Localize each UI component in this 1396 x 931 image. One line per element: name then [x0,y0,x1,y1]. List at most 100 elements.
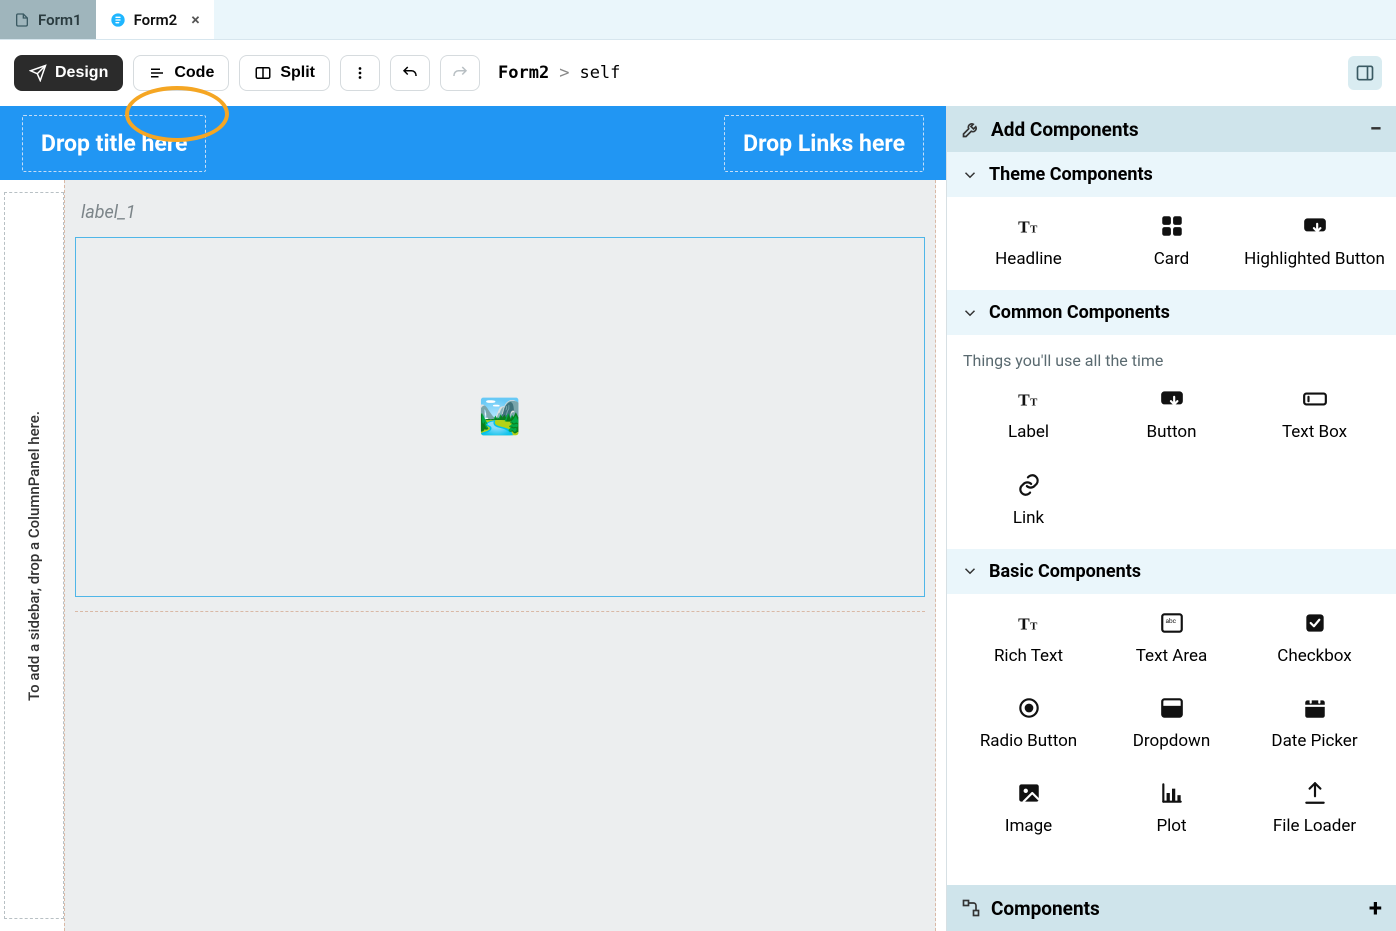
wrench-icon [961,119,981,139]
text-icon: TT [1012,211,1046,241]
tab-form2[interactable]: Form2 × [96,0,214,39]
plus-icon[interactable]: + [1369,894,1382,922]
component-button[interactable]: Button [1100,384,1243,443]
component-label: Link [1013,508,1044,529]
svg-text:T: T [1018,218,1030,237]
drop-separator [75,611,925,612]
component-dropdown[interactable]: Dropdown [1100,693,1243,752]
component-headline[interactable]: TTHeadline [957,211,1100,270]
sidebar-hint-label: To add a sidebar, drop a ColumnPanel her… [25,411,43,701]
section-common-header[interactable]: Common Components [947,290,1396,335]
toolbar-right [1348,56,1382,90]
component-label: Text Area [1136,646,1208,667]
panel-title: Add Components [991,118,1139,141]
breadcrumb: Form2 > self [498,63,620,83]
hero-bar: Drop title here Drop Links here [0,106,946,180]
split-label: Split [280,64,315,82]
component-checkbox[interactable]: Checkbox [1243,608,1386,667]
add-components-header[interactable]: Add Components − [947,106,1396,152]
component-link[interactable]: Link [957,470,1100,529]
sidebar-drop-zone[interactable]: To add a sidebar, drop a ColumnPanel her… [4,192,64,919]
svg-text:T: T [1030,620,1038,632]
textarea-icon: abc [1155,608,1189,638]
svg-text:T: T [1030,224,1038,236]
chevron-down-icon [961,562,979,580]
section-hint: Things you'll use all the time [957,349,1386,384]
panel-scroll[interactable]: Theme Components TTHeadline Card Highlight… [947,152,1396,885]
footer-title: Components [991,897,1100,920]
svg-text:T: T [1018,391,1030,410]
panel-toggle-button[interactable] [1348,56,1382,90]
section-title: Theme Components [989,164,1153,185]
component-label: Card [1154,249,1190,270]
breadcrumb-root[interactable]: Form2 [498,63,549,83]
tab-form1[interactable]: Form1 [0,0,96,39]
component-radio-button[interactable]: Radio Button [957,693,1100,752]
component-label: Button [1146,422,1196,443]
link-icon [1012,470,1046,500]
component-plot[interactable]: Plot [1100,778,1243,837]
redo-icon [451,64,469,82]
component-label: Radio Button [980,731,1077,752]
minus-icon[interactable]: − [1370,117,1382,142]
image-placeholder-icon: 🏞️ [479,397,521,437]
component-rich-text[interactable]: TT Rich Text [957,608,1100,667]
undo-icon [401,64,419,82]
chevron-down-icon [961,304,979,322]
svg-text:T: T [1018,614,1030,633]
component-label: Rich Text [994,646,1063,667]
code-label: Code [174,64,214,82]
label-component[interactable]: label_1 [81,202,925,223]
redo-button[interactable] [440,55,480,91]
tabs-bar: Form1 Form2 × [0,0,1396,40]
component-label: Highlighted Button [1244,249,1385,270]
image-component[interactable]: 🏞️ [75,237,925,597]
component-label: Plot [1156,816,1186,837]
component-highlighted-button[interactable]: Highlighted Button [1243,211,1386,270]
components-footer[interactable]: Components + [947,885,1396,931]
right-panel: Add Components − Theme Components TTHead… [946,106,1396,931]
title-drop-zone[interactable]: Drop title here [22,115,206,172]
section-theme-header[interactable]: Theme Components [947,152,1396,197]
component-label[interactable]: TTLabel [957,384,1100,443]
date-icon [1298,693,1332,723]
design-button[interactable]: Design [14,55,123,91]
toolbar: Design Code Split Form2 > self [0,40,1396,106]
component-file-loader[interactable]: File Loader [1243,778,1386,837]
section-title: Common Components [989,302,1170,323]
breadcrumb-leaf[interactable]: self [579,63,620,83]
paper-plane-icon [29,64,47,82]
radio-icon [1012,693,1046,723]
code-button[interactable]: Code [133,55,229,91]
component-label: Checkbox [1277,646,1351,667]
chevron-down-icon [961,166,979,184]
component-image[interactable]: Image [957,778,1100,837]
component-card[interactable]: Card [1100,211,1243,270]
main: Drop title here Drop Links here To add a… [0,106,1396,931]
dots-vertical-icon [351,64,369,82]
dropdown-icon [1155,693,1189,723]
text-icon: TT [1012,608,1046,638]
plot-icon [1155,778,1189,808]
textbox-icon [1298,384,1332,414]
undo-button[interactable] [390,55,430,91]
checkbox-icon [1298,608,1332,638]
section-basic-body: TT Rich Text abc Text Area Checkbox Radio But… [947,594,1396,858]
form-canvas[interactable]: label_1 🏞️ [64,180,936,931]
canvas-area: Drop title here Drop Links here To add a… [0,106,946,931]
hbutton-icon [1155,384,1189,414]
links-drop-zone[interactable]: Drop Links here [724,115,924,172]
section-title: Basic Components [989,561,1141,582]
section-basic-header[interactable]: Basic Components [947,549,1396,594]
component-date-picker[interactable]: Date Picker [1243,693,1386,752]
tab-label: Form2 [134,11,178,29]
component-text-area[interactable]: abc Text Area [1100,608,1243,667]
component-label: Date Picker [1271,731,1357,752]
close-icon[interactable]: × [191,10,200,29]
split-button[interactable]: Split [239,55,330,91]
more-button[interactable] [340,55,380,91]
component-label: Image [1005,816,1052,837]
hbutton-icon [1298,211,1332,241]
component-text-box[interactable]: Text Box [1243,384,1386,443]
list-icon [148,64,166,82]
